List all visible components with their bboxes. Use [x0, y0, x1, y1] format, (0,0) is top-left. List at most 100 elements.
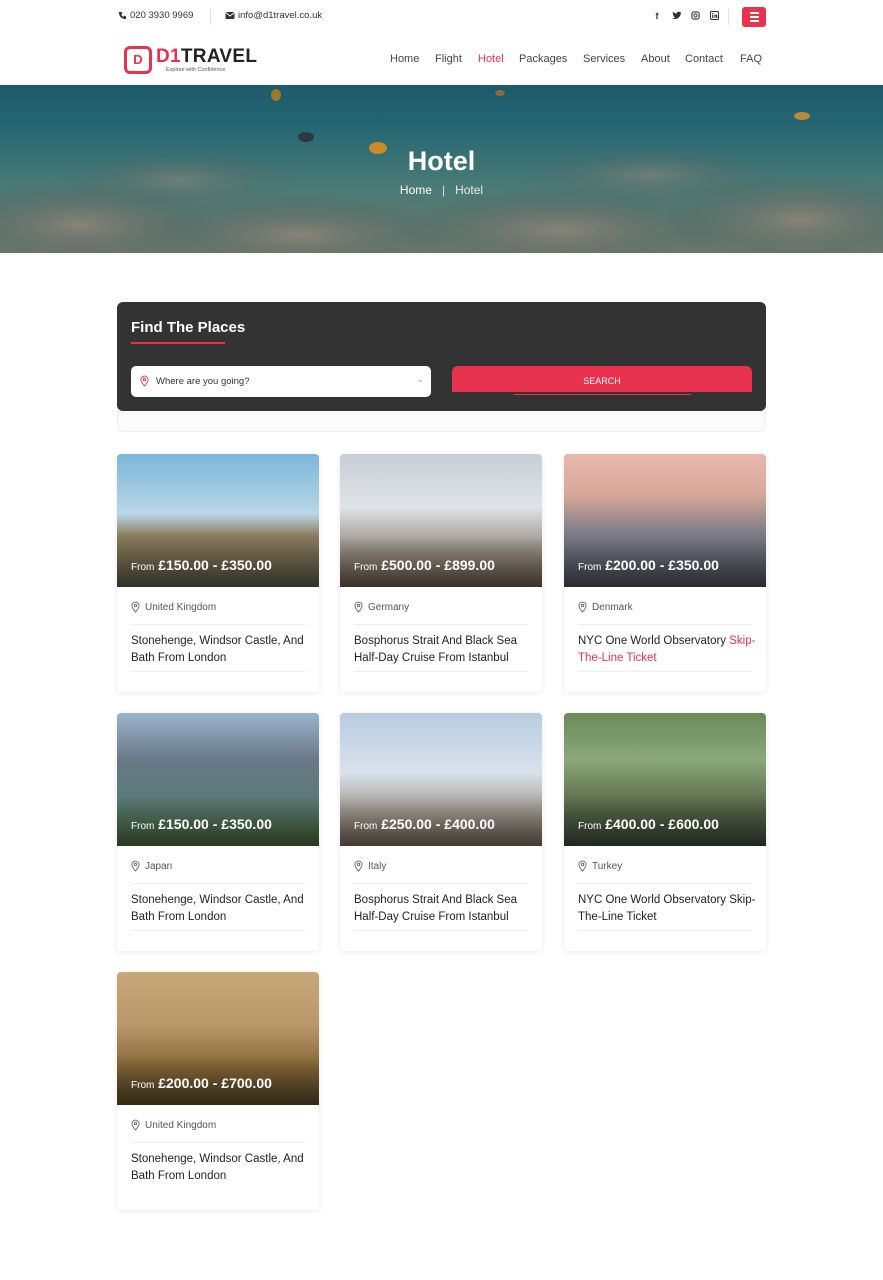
nav-packages[interactable]: Packages: [519, 53, 567, 65]
search-button[interactable]: SEARCH: [452, 366, 752, 392]
envelope-icon: [225, 12, 235, 19]
hamburger-menu-button[interactable]: [742, 7, 766, 27]
title-text: NYC One World Observatory: [578, 635, 727, 647]
hotel-card[interactable]: From £250.00 - £400.00 Italy Bosphorus S…: [340, 713, 542, 951]
twitter-icon[interactable]: [671, 11, 681, 22]
divider: [578, 930, 752, 931]
price-amount: £250.00 - £400.00: [381, 816, 495, 832]
hotel-title[interactable]: NYC One World Observatory Skip-The-Line …: [578, 633, 758, 667]
divider: [210, 9, 211, 25]
price-range: From £200.00 - £700.00: [131, 1075, 272, 1091]
nav-about[interactable]: About: [641, 53, 670, 65]
location-label: Italy: [368, 860, 387, 872]
page-banner: Hotel Home | Hotel: [0, 85, 883, 253]
location-pin-icon: [131, 601, 140, 613]
price-amount: £200.00 - £350.00: [605, 557, 719, 573]
social-links: f: [652, 11, 719, 22]
location-label: Turkey: [592, 860, 623, 872]
location-pin-icon: [578, 601, 587, 613]
price-range: From £500.00 - £899.00: [354, 557, 495, 573]
divider: [354, 624, 528, 625]
hotel-card[interactable]: From £200.00 - £350.00 Denmark NYC One W…: [564, 454, 766, 692]
heading-underline: [131, 342, 225, 344]
nav-services[interactable]: Services: [583, 53, 625, 65]
nav-home[interactable]: Home: [390, 53, 419, 65]
hotel-title[interactable]: Stonehenge, Windsor Castle, And Bath Fro…: [131, 1151, 311, 1185]
linkedin-icon[interactable]: [709, 11, 719, 22]
title-text: Bosphorus Strait And Black Sea Half-Day …: [354, 635, 518, 664]
site-header: D D1TRAVEL Explore with Confidence Home …: [0, 34, 883, 85]
price-from-label: From: [131, 821, 155, 832]
email-address: info@d1travel.co.uk: [238, 10, 323, 21]
location-label: Germany: [368, 601, 410, 613]
hotel-title[interactable]: Stonehenge, Windsor Castle, And Bath Fro…: [131, 633, 311, 667]
location-pin-icon: [354, 601, 363, 613]
hotel-card[interactable]: From £150.00 - £350.00 Japan Stonehenge,…: [117, 713, 319, 951]
price-range: From £400.00 - £600.00: [578, 816, 719, 832]
title-text: Stonehenge, Windsor Castle, And Bath Fro…: [131, 894, 304, 923]
price-range: From £200.00 - £350.00: [578, 557, 719, 573]
nav-contact[interactable]: Contact: [685, 53, 723, 65]
title-text: Stonehenge, Windsor Castle, And Bath Fro…: [131, 1153, 304, 1182]
hotel-title[interactable]: NYC One World Observatory Skip-The-Line …: [578, 892, 758, 926]
nav-faq[interactable]: FAQ: [740, 53, 762, 65]
location-label: United Kingdom: [145, 601, 217, 613]
breadcrumb-home[interactable]: Home: [400, 183, 432, 197]
hotel-location: United Kingdom: [131, 601, 216, 613]
hotel-card[interactable]: From £400.00 - £600.00 Turkey NYC One Wo…: [564, 713, 766, 951]
brand-tagline: Explore with Confidence: [166, 67, 226, 73]
divider: [354, 883, 528, 884]
price-from-label: From: [131, 1080, 155, 1091]
phone-number: 020 3930 9969: [130, 10, 194, 21]
divider: [354, 930, 528, 931]
phone-icon: [118, 11, 127, 20]
title-text: Stonehenge, Windsor Castle, And Bath Fro…: [131, 635, 304, 664]
price-from-label: From: [131, 562, 155, 573]
price-range: From £250.00 - £400.00: [354, 816, 495, 832]
location-pin-icon: [140, 375, 149, 387]
destination-select[interactable]: Where are you going? ⌄: [131, 366, 431, 397]
divider: [131, 671, 305, 672]
instagram-icon[interactable]: [690, 11, 700, 22]
button-underline: [514, 394, 691, 395]
location-pin-icon: [354, 860, 363, 872]
nav-flight[interactable]: Flight: [435, 53, 462, 65]
hotel-title[interactable]: Bosphorus Strait And Black Sea Half-Day …: [354, 633, 534, 667]
location-label: United Kingdom: [145, 1119, 217, 1131]
price-from-label: From: [354, 821, 378, 832]
location-pin-icon: [578, 860, 587, 872]
divider: [131, 930, 305, 931]
title-text: NYC One World Observatory Skip-The-Line …: [578, 894, 756, 923]
price-amount: £200.00 - £700.00: [158, 1075, 272, 1091]
price-amount: £150.00 - £350.00: [158, 816, 272, 832]
search-heading: Find The Places: [131, 319, 246, 336]
hotel-card[interactable]: From £150.00 - £350.00 United Kingdom St…: [117, 454, 319, 692]
hotel-location: Turkey: [578, 860, 622, 872]
email-contact[interactable]: info@d1travel.co.uk: [225, 10, 322, 21]
price-amount: £500.00 - £899.00: [381, 557, 495, 573]
chevron-down-icon: ⌄: [417, 375, 424, 384]
divider: [578, 624, 752, 625]
menu-icon: [749, 12, 759, 14]
facebook-icon[interactable]: f: [652, 11, 662, 22]
brand-logo[interactable]: D D1TRAVEL Explore with Confidence: [124, 44, 258, 76]
hotel-title[interactable]: Stonehenge, Windsor Castle, And Bath Fro…: [131, 892, 311, 926]
brand-name: D1TRAVEL: [156, 46, 258, 67]
search-panel: Find The Places Where are you going? ⌄ S…: [117, 302, 766, 411]
divider: [728, 9, 729, 25]
hotel-location: Germany: [354, 601, 409, 613]
price-from-label: From: [578, 821, 602, 832]
price-range: From £150.00 - £350.00: [131, 816, 272, 832]
divider: [131, 624, 305, 625]
nav-hotel[interactable]: Hotel: [478, 53, 504, 65]
divider: [131, 883, 305, 884]
phone-contact[interactable]: 020 3930 9969: [118, 10, 193, 21]
hotel-title[interactable]: Bosphorus Strait And Black Sea Half-Day …: [354, 892, 534, 926]
logo-mark-icon: D: [124, 46, 152, 74]
price-range: From £150.00 - £350.00: [131, 557, 272, 573]
breadcrumb-current: Hotel: [455, 183, 484, 197]
divider: [578, 883, 752, 884]
hotel-card[interactable]: From £500.00 - £899.00 Germany Bosphorus…: [340, 454, 542, 692]
hotel-card[interactable]: From £200.00 - £700.00 United Kingdom St…: [117, 972, 319, 1210]
hotel-location: United Kingdom: [131, 1119, 216, 1131]
